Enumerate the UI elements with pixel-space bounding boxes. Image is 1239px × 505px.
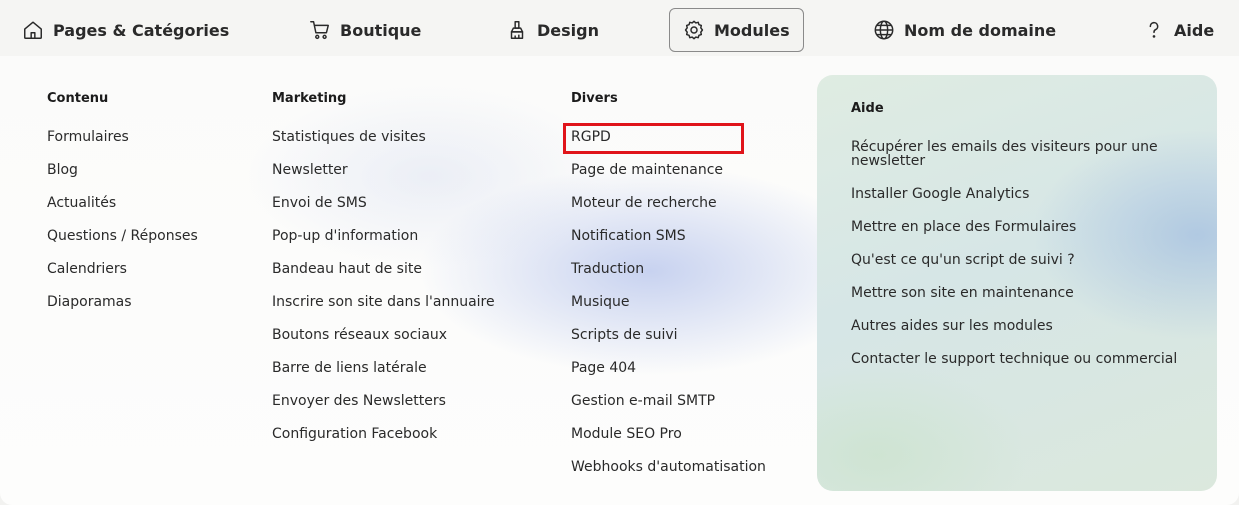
- menu-item-inscrire-annuaire[interactable]: Inscrire son site dans l'annuaire: [272, 292, 495, 325]
- cart-icon: [310, 21, 329, 40]
- menu-item-calendriers[interactable]: Calendriers: [47, 259, 198, 292]
- menu-item-actualites[interactable]: Actualités: [47, 193, 198, 226]
- nav-label: Design: [537, 20, 599, 40]
- nav-label: Nom de domaine: [904, 20, 1057, 40]
- question-icon: [1149, 21, 1159, 38]
- menu-item-envoyer-des-newsletters[interactable]: Envoyer des Newsletters: [272, 391, 495, 424]
- nav-item-modules[interactable]: Modules: [669, 8, 804, 52]
- menu-item-newsletter[interactable]: Newsletter: [272, 160, 495, 193]
- help-card: Aide Récupérer les emails des visiteurs …: [817, 75, 1217, 491]
- help-title: Aide: [851, 101, 884, 116]
- menu-item-barre-de-liens-laterale[interactable]: Barre de liens latérale: [272, 358, 495, 391]
- nav-label: Aide: [1174, 20, 1215, 40]
- nav-label: Modules: [714, 20, 790, 40]
- help-link-maintenance[interactable]: Mettre son site en maintenance: [851, 286, 1201, 300]
- column-title-marketing: Marketing: [272, 91, 347, 106]
- menu-item-bandeau-haut-de-site[interactable]: Bandeau haut de site: [272, 259, 495, 292]
- menu-item-statistiques-de-visites[interactable]: Statistiques de visites: [272, 127, 495, 160]
- column-title-divers: Divers: [571, 91, 618, 106]
- menu-item-blog[interactable]: Blog: [47, 160, 198, 193]
- menu-item-formulaires[interactable]: Formulaires: [47, 127, 198, 160]
- menu-item-envoi-de-sms[interactable]: Envoi de SMS: [272, 193, 495, 226]
- menu-item-page-de-maintenance[interactable]: Page de maintenance: [571, 160, 766, 193]
- menu-item-scripts-de-suivi[interactable]: Scripts de suivi: [571, 325, 766, 358]
- column-list-divers: RGPD Page de maintenance Moteur de reche…: [571, 127, 766, 490]
- menu-item-boutons-reseaux-sociaux[interactable]: Boutons réseaux sociaux: [272, 325, 495, 358]
- menu-item-pop-up-information[interactable]: Pop-up d'information: [272, 226, 495, 259]
- help-link-autres-aides[interactable]: Autres aides sur les modules: [851, 319, 1201, 333]
- paint-brush-icon: [510, 21, 524, 39]
- help-link-recuperer-emails[interactable]: Récupérer les emails des visiteurs pour …: [851, 140, 1201, 168]
- home-icon: [24, 21, 42, 39]
- nav-label: Pages & Catégories: [53, 20, 230, 40]
- nav-item-aide[interactable]: Aide: [1143, 8, 1214, 52]
- nav-item-design[interactable]: Design: [506, 8, 599, 52]
- gear-icon: [684, 20, 704, 40]
- menu-item-gestion-email-smtp[interactable]: Gestion e-mail SMTP: [571, 391, 766, 424]
- help-link-formulaires[interactable]: Mettre en place des Formulaires: [851, 220, 1201, 234]
- help-link-script-de-suivi[interactable]: Qu'est ce qu'un script de suivi ?: [851, 253, 1201, 267]
- column-list-marketing: Statistiques de visites Newsletter Envoi…: [272, 127, 495, 457]
- help-link-contacter-support[interactable]: Contacter le support technique ou commer…: [851, 352, 1201, 366]
- menu-item-page-404[interactable]: Page 404: [571, 358, 766, 391]
- column-title-contenu: Contenu: [47, 91, 109, 106]
- globe-icon: [874, 20, 894, 40]
- rgpd-highlight-box: [563, 123, 744, 154]
- nav-item-pages-categories[interactable]: Pages & Catégories: [22, 8, 229, 52]
- help-link-google-analytics[interactable]: Installer Google Analytics: [851, 187, 1201, 201]
- nav-item-nom-de-domaine[interactable]: Nom de domaine: [873, 8, 1056, 52]
- nav-label: Boutique: [340, 20, 422, 40]
- menu-item-diaporamas[interactable]: Diaporamas: [47, 292, 198, 325]
- menu-item-notification-sms[interactable]: Notification SMS: [571, 226, 766, 259]
- menu-item-musique[interactable]: Musique: [571, 292, 766, 325]
- menu-item-questions-reponses[interactable]: Questions / Réponses: [47, 226, 198, 259]
- nav-item-boutique[interactable]: Boutique: [309, 8, 421, 52]
- menu-item-configuration-facebook[interactable]: Configuration Facebook: [272, 424, 495, 457]
- menu-item-module-seo-pro[interactable]: Module SEO Pro: [571, 424, 766, 457]
- column-list-contenu: Formulaires Blog Actualités Questions / …: [47, 127, 198, 325]
- top-navigation: Pages & Catégories Boutique Design Modul…: [0, 0, 1239, 60]
- menu-item-webhooks-automatisation[interactable]: Webhooks d'automatisation: [571, 457, 766, 490]
- menu-item-moteur-de-recherche[interactable]: Moteur de recherche: [571, 193, 766, 226]
- menu-item-traduction[interactable]: Traduction: [571, 259, 766, 292]
